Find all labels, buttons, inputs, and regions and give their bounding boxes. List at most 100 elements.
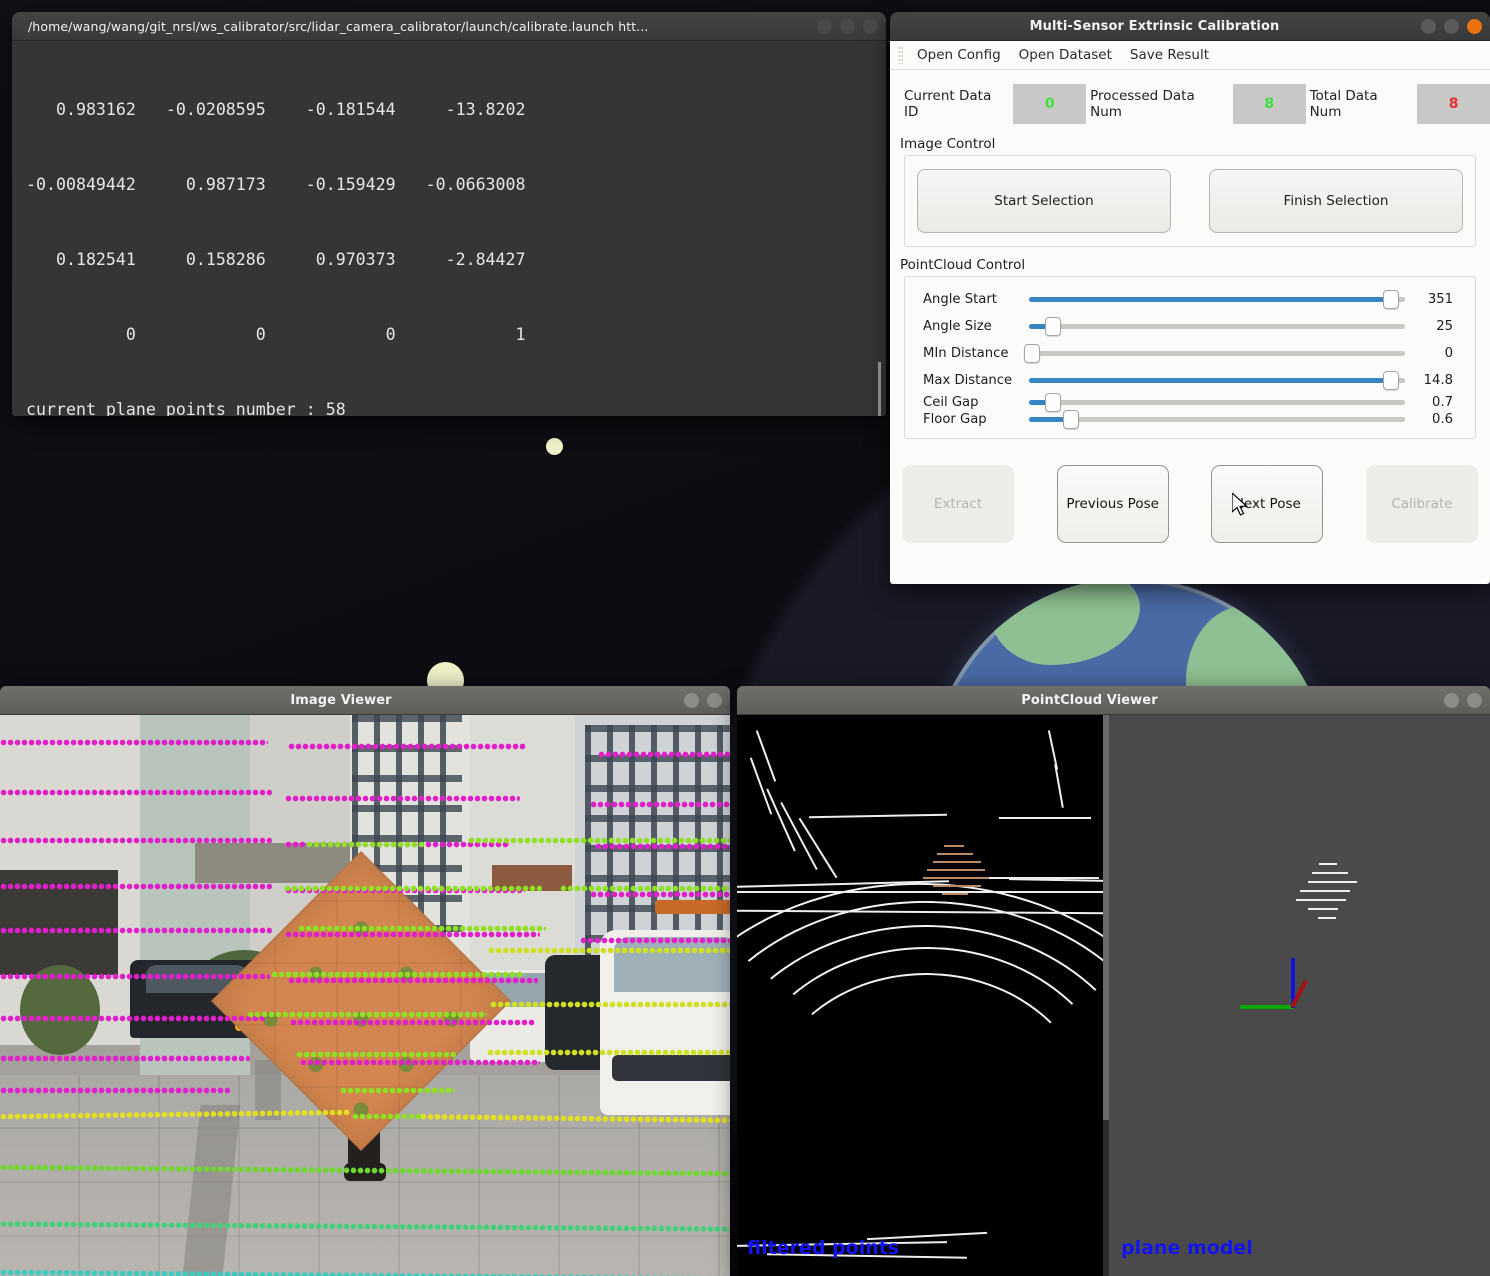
pointcloud-viewer-window[interactable]: PointCloud Viewer filtered points plane … (737, 686, 1490, 1276)
car-white-large-windshield (614, 937, 730, 992)
axis-x-icon (1240, 1005, 1294, 1009)
terminal-line: -0.00849442 0.987173 -0.159429 -0.066300… (26, 175, 526, 194)
next-pose-button[interactable]: Next Pose (1211, 465, 1324, 543)
lidar-scan-line (0, 1055, 250, 1062)
minimize-icon[interactable] (1444, 692, 1459, 708)
min-distance-label: MIn Distance (923, 346, 1009, 361)
image-viewer-canvas[interactable] (0, 715, 730, 1276)
scrollbar-thumb[interactable] (878, 361, 881, 416)
min-distance-slider[interactable] (1024, 344, 1405, 363)
plane-model-panel[interactable]: plane model (1109, 715, 1490, 1276)
max-distance-slider[interactable] (1029, 371, 1405, 390)
lidar-scan-line-ground (487, 1049, 730, 1056)
start-selection-button[interactable]: Start Selection (917, 169, 1171, 233)
image-viewer-titlebar[interactable]: Image Viewer (0, 686, 730, 715)
pointcloud-viewer-canvas[interactable]: filtered points plane model (737, 715, 1490, 1276)
wallpaper-star (546, 438, 563, 455)
lidar-scan-line (290, 1019, 535, 1026)
minimize-icon[interactable] (817, 18, 832, 34)
calibrate-button[interactable]: Calibrate (1365, 465, 1478, 543)
lidar-scan-line (590, 801, 730, 808)
lidar-scan-line (580, 937, 730, 944)
menu-open-dataset[interactable]: Open Dataset (1010, 43, 1121, 67)
lidar-scan-line-ground (488, 947, 730, 954)
lidar-scan-line-ground (352, 1113, 422, 1120)
angle-start-label: Angle Start (923, 292, 997, 307)
pointcloud-viewer-window-buttons[interactable] (1444, 692, 1482, 708)
slider-knob[interactable] (1382, 371, 1399, 390)
terminal-output[interactable]: 0.983162 -0.0208595 -0.181544 -13.8202 -… (12, 41, 886, 416)
close-icon[interactable] (1467, 18, 1482, 34)
lidar-scan-line-board (298, 925, 546, 932)
ceil-gap-slider[interactable] (1029, 393, 1405, 412)
angle-start-slider[interactable] (1029, 290, 1405, 309)
lidar-scan-line (595, 843, 730, 850)
maximize-icon[interactable] (1444, 18, 1459, 34)
menu-save-result[interactable]: Save Result (1121, 43, 1218, 67)
lidar-scan-line (0, 1015, 265, 1022)
terminal-window[interactable]: /home/wang/wang/git_nrsl/ws_calibrator/s… (12, 12, 886, 416)
board-points (923, 877, 989, 879)
slider-knob[interactable] (1044, 393, 1061, 412)
lidar-scan-line (0, 973, 270, 980)
wall-arc-points (1047, 730, 1059, 770)
lidar-scan-line (288, 743, 526, 750)
calibration-window[interactable]: Multi-Sensor Extrinsic Calibration Open … (890, 12, 1490, 584)
lidar-scan-line-board (468, 837, 730, 844)
image-control-label: Image Control (900, 136, 996, 152)
pointcloud-viewer-titlebar[interactable]: PointCloud Viewer (737, 686, 1490, 715)
data-status-row: Current Data ID 0 Processed Data Num 8 T… (890, 70, 1490, 134)
plane-model-label: plane model (1121, 1237, 1253, 1259)
ceil-gap-label: Ceil Gap (923, 395, 979, 410)
slider-rail (1029, 351, 1405, 356)
slider-knob[interactable] (1044, 317, 1061, 336)
minimize-icon[interactable] (1421, 18, 1436, 34)
slider-rail (1029, 324, 1405, 329)
maximize-icon[interactable] (840, 18, 855, 34)
calibration-window-buttons[interactable] (1421, 18, 1482, 34)
calibration-titlebar[interactable]: Multi-Sensor Extrinsic Calibration (890, 12, 1490, 41)
ground-points (737, 891, 1107, 893)
terminal-line: 0.182541 0.158286 0.970373 -2.84427 (26, 250, 526, 269)
extract-button[interactable]: Extract (902, 465, 1014, 543)
pointcloud-control-label: PointCloud Control (900, 257, 1026, 273)
lidar-scan-line (590, 891, 730, 898)
image-viewer-window[interactable]: Image Viewer (0, 686, 730, 1276)
finish-selection-button[interactable]: Finish Selection (1209, 169, 1463, 233)
wall-arc-points (1054, 764, 1064, 808)
angle-size-slider[interactable] (1029, 317, 1405, 336)
pointcloud-viewer-title: PointCloud Viewer (1021, 692, 1158, 708)
wall-points (808, 813, 948, 819)
maximize-icon[interactable] (707, 692, 722, 708)
filtered-points-panel[interactable]: filtered points (737, 715, 1109, 1276)
slider-knob[interactable] (1382, 290, 1399, 309)
image-viewer-title: Image Viewer (290, 692, 392, 708)
floor-gap-value: 0.6 (1432, 412, 1453, 427)
lidar-scan-line (288, 977, 538, 984)
close-icon[interactable] (863, 18, 878, 34)
terminal-window-buttons[interactable] (817, 18, 878, 34)
lidar-scan-line-board (306, 841, 426, 848)
slider-fill (1029, 378, 1390, 383)
floor-gap-slider[interactable] (1029, 410, 1405, 429)
terminal-line: current plane points number : 58 (26, 400, 346, 416)
image-viewer-window-buttons[interactable] (684, 692, 722, 708)
calibration-body: Open Config Open Dataset Save Result Cur… (890, 41, 1490, 584)
angle-size-label: Angle Size (923, 319, 992, 334)
terminal-titlebar[interactable]: /home/wang/wang/git_nrsl/ws_calibrator/s… (12, 12, 886, 41)
maximize-icon[interactable] (1467, 692, 1482, 708)
previous-pose-button[interactable]: Previous Pose (1056, 465, 1169, 543)
slider-knob[interactable] (1024, 344, 1041, 363)
slider-knob[interactable] (1063, 410, 1080, 429)
lidar-scan-line-board (284, 885, 542, 892)
minimize-icon[interactable] (684, 692, 699, 708)
lidar-scan-line (0, 837, 272, 844)
calibration-menubar[interactable]: Open Config Open Dataset Save Result (890, 41, 1490, 70)
lidar-scan-line (0, 739, 268, 746)
total-data-num-value: 8 (1417, 84, 1490, 124)
wall-points (999, 817, 1091, 819)
lidar-scan-line-board (296, 1051, 456, 1058)
menu-open-config[interactable]: Open Config (908, 43, 1010, 67)
max-distance-label: Max Distance (923, 373, 1013, 388)
terminal-scrollbar[interactable] (876, 41, 884, 416)
